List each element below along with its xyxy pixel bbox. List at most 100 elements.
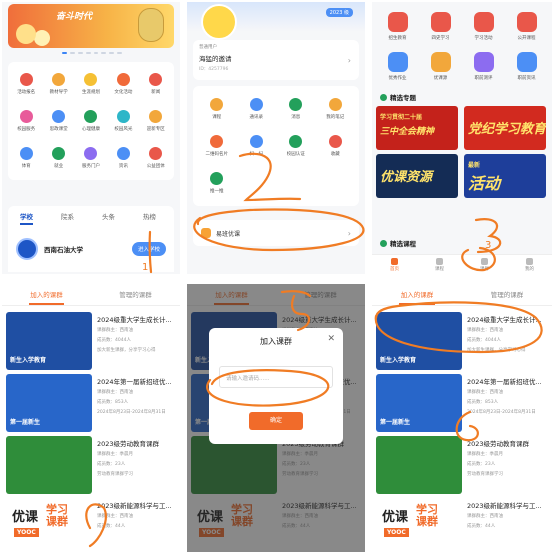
- tab-managed-groups[interactable]: 管理的课群: [91, 284, 180, 305]
- course-meta: 2024年8月23日-2024年8月31日: [467, 410, 536, 415]
- youke-home-screen: 招生教育 四史学习 学习活动 公开课程优秀作业 优课源 职前测评 职前资讯 精选专题 学习贯…: [372, 2, 552, 274]
- grid-item-label: 资讯: [118, 163, 128, 169]
- topic-banner-2[interactable]: 党纪学习教育: [464, 106, 546, 150]
- course-group-row[interactable]: 第一届新生2024年第一届新招班优...课群群主：西南油成员数：853人2024…: [6, 374, 176, 436]
- grid-item[interactable]: 收藏: [316, 127, 356, 164]
- grid-item[interactable]: 生涯规划: [75, 66, 107, 103]
- course-group-row[interactable]: 新生入学教育 2024级重大学生成长计... 课群群主：西南油成员数：4044人加大…: [376, 312, 546, 374]
- course-thumbnail: 第一届新生: [6, 374, 92, 432]
- grid-item[interactable]: 扫一扫: [237, 127, 277, 164]
- grid-item[interactable]: 职前测评: [462, 46, 505, 86]
- grid-item[interactable]: 心理健康: [75, 103, 107, 140]
- grid-item-label: 迎新专区: [146, 126, 165, 132]
- grid-item[interactable]: 思政课堂: [42, 103, 74, 140]
- tab-school[interactable]: 学校: [20, 211, 33, 225]
- avatar[interactable]: [201, 4, 237, 40]
- tab-managed-groups[interactable]: 管理的课群: [462, 284, 552, 305]
- thumbnail-text: 第一届新生: [10, 419, 41, 426]
- tab-joined-groups[interactable]: 加入的课群: [2, 284, 91, 305]
- grid-item[interactable]: 就业: [42, 139, 74, 176]
- course-thumbnail: 优课学习课群YOOC: [6, 498, 92, 552]
- course-group-row[interactable]: 新生入学教育 2024级重大学生成长计... 课群群主：西南油成员数：4044人加大…: [6, 312, 176, 374]
- feature-icon: [116, 109, 130, 123]
- grid-item[interactable]: 资讯: [107, 139, 139, 176]
- feature-icon: [473, 51, 494, 72]
- grid-item-label: 公益团体: [146, 163, 165, 169]
- course-meta: 成员数：853人: [97, 400, 129, 405]
- grid-item[interactable]: 新闻: [140, 66, 172, 103]
- close-icon[interactable]: ✕: [327, 334, 335, 344]
- grid-item[interactable]: 学习活动: [462, 6, 505, 46]
- course-group-row[interactable]: 第一届新生2024年第一届新招班优...课群群主：西南油成员数：853人2024…: [376, 374, 546, 436]
- nav-course-groups[interactable]: 课群: [462, 255, 507, 274]
- course-group-tabs: 加入的课群 管理的课群: [2, 284, 180, 306]
- course-group-row[interactable]: 2023级劳动教育课群课群群主：季晨月成员数：23人劳动教育课群学习: [376, 436, 546, 498]
- chevron-right-icon: ›: [347, 228, 351, 238]
- grid-item[interactable]: 服务门户: [75, 139, 107, 176]
- join-group-dialog-screen: 加入的课群 管理的课群 新生入学教育2024级重大学生成长计...课群群主：西南…: [187, 284, 365, 552]
- feature-icon: [289, 97, 303, 111]
- nav-mine[interactable]: 我的: [507, 255, 552, 274]
- tab-department[interactable]: 院系: [61, 211, 74, 221]
- grid-item[interactable]: 消息: [276, 90, 316, 127]
- grid-item-label: 通讯录: [249, 114, 264, 120]
- section-featured-topics: 精选专题: [380, 92, 416, 102]
- grid-item[interactable]: 推一推: [197, 165, 237, 202]
- user-id: ID：4257796: [199, 67, 229, 72]
- course-title: 2023级劳动教育课群: [97, 440, 160, 448]
- grid-item[interactable]: 通讯录: [237, 90, 277, 127]
- grid-item[interactable]: 我的笔记: [316, 90, 356, 127]
- grid-item[interactable]: 公开课程: [505, 6, 548, 46]
- course-group-row[interactable]: 优课学习课群YOOC 2023级新能源科学与工... 课群群主：西南油成员数：44人: [6, 498, 176, 552]
- enter-school-button[interactable]: 进入学校: [131, 242, 166, 256]
- grid-item-label: 服务门户: [81, 163, 100, 169]
- school-card[interactable]: 西南石油大学 进入学校: [8, 226, 174, 272]
- topic-banner-1[interactable]: 学习贯彻二十届 三中全会精神: [376, 106, 458, 150]
- book-icon: [436, 257, 443, 265]
- top-banner[interactable]: 奋斗时代: [8, 4, 174, 48]
- course-group-row[interactable]: 2023级劳动教育课群课群群主：季晨月成员数：23人劳动教育课群学习: [6, 436, 176, 498]
- grid-item[interactable]: 优课源: [419, 46, 462, 86]
- user-icon: [526, 257, 533, 265]
- school-logo-icon: [16, 238, 38, 260]
- nav-home[interactable]: 首页: [372, 255, 417, 274]
- grid-item[interactable]: 校园服务: [10, 103, 42, 140]
- nav-courses[interactable]: 课程: [417, 255, 462, 274]
- feature-icon: [430, 51, 451, 72]
- banner-small-text: 最新: [468, 162, 481, 169]
- tab-trending[interactable]: 热榜: [143, 211, 156, 221]
- topic-banner-4[interactable]: 最新 活动: [464, 154, 546, 198]
- feature-icon: [149, 73, 163, 87]
- feature-icon: [430, 11, 451, 32]
- yooc-logo: 优课学习课群YOOC: [6, 498, 92, 552]
- feature-grid: 活动报名 教材导学 生涯规划 文化活动 新闻校园服务 思政课堂 心理健康 校园风光 迎新专区体育…: [8, 62, 174, 180]
- confirm-button[interactable]: 确定: [249, 412, 303, 430]
- grid-item[interactable]: 招生教育: [376, 6, 419, 46]
- grid-item-label: 公开课程: [517, 35, 536, 41]
- invite-code-input[interactable]: 请输入邀请码......: [219, 366, 333, 388]
- grid-item[interactable]: 四史学习: [419, 6, 462, 46]
- grid-item[interactable]: 职前资讯: [505, 46, 548, 86]
- user-card[interactable]: 普通用户 海猛的邀请 ID：4257796 ›: [193, 40, 359, 80]
- tab-joined-groups[interactable]: 加入的课群: [372, 284, 462, 305]
- course-group-row[interactable]: 优课学习课群YOOC 2023级新能源科学与工... 课群群主：西南油成员数：44人: [376, 498, 546, 552]
- grid-item[interactable]: 校园认证: [276, 127, 316, 164]
- grid-item[interactable]: 课程: [197, 90, 237, 127]
- grid-item[interactable]: 体育: [10, 139, 42, 176]
- topic-banner-3[interactable]: 优课资源: [376, 154, 458, 198]
- grid-item[interactable]: 教材导学: [42, 66, 74, 103]
- grid-item[interactable]: 活动报名: [10, 66, 42, 103]
- course-title: 2024级重大学生成长计...: [97, 316, 172, 324]
- course-meta: 加大新生课群，分享学习心得: [467, 348, 526, 353]
- yiban-youke-entry[interactable]: 易班优课 ›: [193, 220, 359, 246]
- grid-item-label: 职前资讯: [517, 75, 536, 81]
- grid-item[interactable]: 校园风光: [107, 103, 139, 140]
- grid-item[interactable]: 优秀作业: [376, 46, 419, 86]
- grid-item[interactable]: 文化活动: [107, 66, 139, 103]
- grid-item[interactable]: 公益团体: [140, 139, 172, 176]
- course-info: 2023级新能源科学与工... 课群群主：西南油成员数：44人: [467, 498, 546, 552]
- grid-item[interactable]: 迎新专区: [140, 103, 172, 140]
- grid-item-label: 文化活动: [114, 90, 133, 96]
- grid-item[interactable]: 二维码名片: [197, 127, 237, 164]
- tab-headlines[interactable]: 头条: [102, 211, 115, 221]
